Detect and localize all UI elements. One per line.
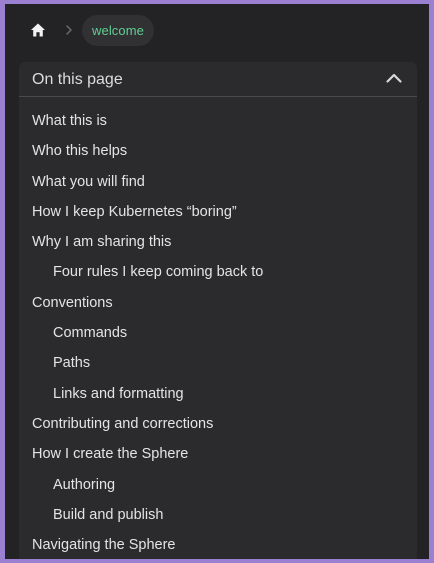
toc-link[interactable]: What this is [19,106,417,136]
toc-sublink[interactable]: Build and publish [19,500,417,530]
toc-link[interactable]: How I keep Kubernetes “boring” [19,197,417,227]
toc-link[interactable]: Conventions [19,288,417,318]
toc-link[interactable]: What you will find [19,167,417,197]
toc-link[interactable]: Why I am sharing this [19,227,417,257]
home-icon[interactable] [30,22,46,38]
toc-link[interactable]: Who this helps [19,136,417,166]
toc-title: On this page [32,71,123,88]
chevron-right-icon [66,25,72,35]
toc-sublink[interactable]: Links and formatting [19,379,417,409]
toc-sublink[interactable]: Paths [19,348,417,378]
toc-link[interactable]: How I create the Sphere [19,439,417,469]
toc-link[interactable]: Contributing and corrections [19,409,417,439]
app-window: welcome On this page What this is Who th… [5,4,429,559]
toc-sublink[interactable]: Authoring [19,470,417,500]
toc-sublink[interactable]: Commands [19,318,417,348]
toc-link[interactable]: Navigating the Sphere [19,530,417,559]
toc-toggle-header[interactable]: On this page [19,62,417,97]
table-of-contents: On this page What this is Who this helps… [19,62,417,559]
breadcrumb-current-page[interactable]: welcome [82,15,154,46]
breadcrumb: welcome [5,4,429,56]
toc-sublink[interactable]: Four rules I keep coming back to [19,257,417,287]
toc-list: What this is Who this helps What you wil… [19,106,417,559]
chevron-up-icon[interactable] [385,71,403,85]
